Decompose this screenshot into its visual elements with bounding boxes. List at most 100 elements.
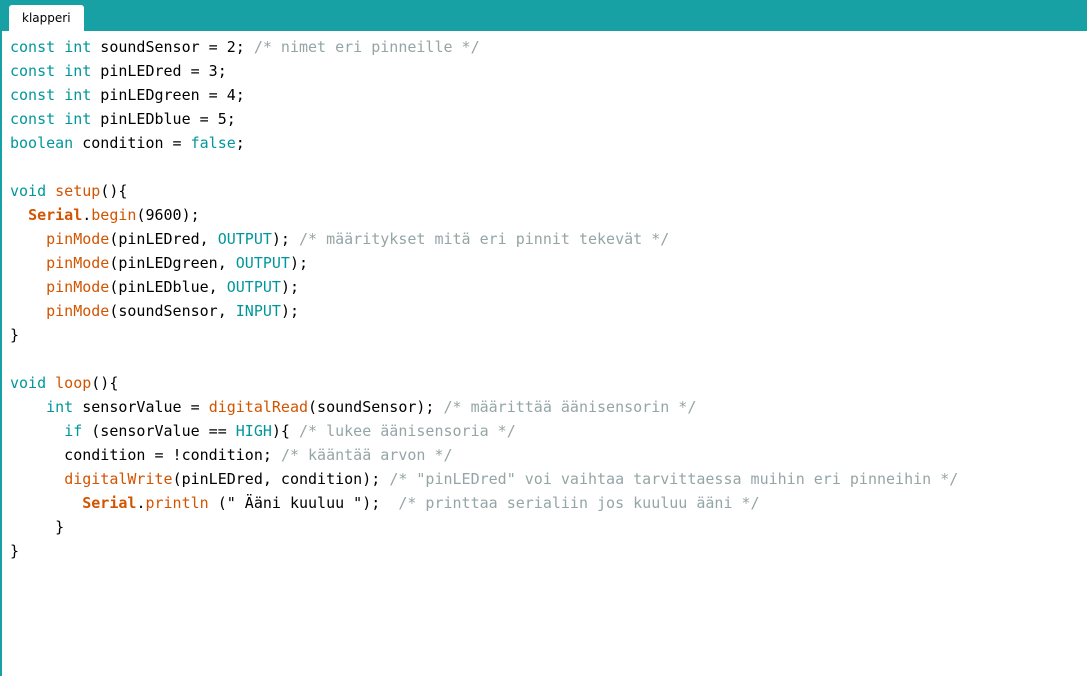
code-token-text: );	[289, 254, 309, 272]
code-line: }	[10, 323, 958, 347]
code-token-text: (soundSensor,	[109, 302, 236, 320]
code-token-keyword: false	[190, 134, 236, 152]
code-token-text: }	[10, 542, 20, 560]
code-token-text: .	[82, 206, 92, 224]
code-token-text: (soundSensor);	[308, 398, 444, 416]
code-token-text: ;	[235, 134, 245, 152]
code-token-keyword: int	[64, 62, 92, 80]
code-token-text: condition = !condition;	[10, 446, 281, 464]
code-line: const int pinLEDgreen = 4;	[10, 83, 958, 107]
code-token-const: INPUT	[235, 302, 281, 320]
code-line: pinMode(pinLEDred, OUTPUT); /* määrityks…	[10, 227, 958, 251]
code-token-func: pinMode	[46, 278, 110, 296]
code-token-comment: /* määrittää äänisensorin */	[443, 398, 697, 416]
code-token-class: Serial	[28, 206, 83, 224]
code-token-text: }	[10, 518, 65, 536]
code-line: pinMode(pinLEDgreen, OUTPUT);	[10, 251, 958, 275]
code-token-text: pinLEDred = 3;	[91, 62, 227, 80]
code-token-keyword: int	[46, 398, 74, 416]
code-line: pinMode(soundSensor, INPUT);	[10, 299, 958, 323]
code-token-text: ){	[271, 422, 299, 440]
code-token-comment: /* nimet eri pinneille */	[253, 38, 480, 56]
code-line: void loop(){	[10, 371, 958, 395]
code-token-keyword: const	[10, 62, 56, 80]
code-token-text: soundSensor = 2;	[91, 38, 254, 56]
code-token-func: pinMode	[46, 254, 110, 272]
code-token-text: );	[280, 278, 299, 296]
code-token-text: );	[280, 302, 299, 320]
code-token-comment: /* kääntää arvon */	[280, 446, 453, 464]
code-token-keyword: int	[64, 38, 92, 56]
code-token-text: );	[271, 230, 299, 248]
code-token-text: (9600);	[136, 206, 200, 224]
code-token-func: digitalWrite	[64, 470, 173, 488]
code-token-text: (){	[100, 182, 128, 200]
code-token-text: (pinLEDgreen,	[109, 254, 236, 272]
code-token-func: setup	[55, 182, 101, 200]
code-token-keyword: if	[64, 422, 83, 440]
code-token-func: pinMode	[46, 302, 110, 320]
code-token-const: OUTPUT	[226, 278, 281, 296]
code-token-func: begin	[91, 206, 137, 224]
code-token-comment: /* määritykset mitä eri pinnit tekevät *…	[299, 230, 670, 248]
code-token-keyword: const	[10, 110, 56, 128]
code-token-text: }	[10, 326, 20, 344]
code-token-func: loop	[55, 374, 92, 392]
tab-bar: klapperi	[0, 0, 1087, 31]
code-token-const: OUTPUT	[235, 254, 290, 272]
code-line: }	[10, 539, 958, 563]
code-token-func: println	[145, 494, 209, 512]
code-editor[interactable]: const int soundSensor = 2; /* nimet eri …	[0, 31, 1087, 676]
code-token-func: digitalRead	[208, 398, 309, 416]
code-token-func: pinMode	[46, 230, 110, 248]
code-token-text: (){	[91, 374, 119, 392]
code-token-comment: /* lukee äänisensoria */	[299, 422, 516, 440]
code-line: Serial.begin(9600);	[10, 203, 958, 227]
code-token-keyword: boolean	[10, 134, 74, 152]
code-token-text: (pinLEDred,	[109, 230, 218, 248]
code-token-text: pinLEDgreen = 4;	[91, 86, 245, 104]
code-line: digitalWrite(pinLEDred, condition); /* "…	[10, 467, 958, 491]
code-token-text: sensorValue =	[73, 398, 209, 416]
code-line: }	[10, 515, 958, 539]
code-token-comment: /* printtaa serialiin jos kuuluu ääni */	[398, 494, 760, 512]
code-line: const int pinLEDblue = 5;	[10, 107, 958, 131]
tab-label: klapperi	[22, 11, 71, 25]
code-line: void setup(){	[10, 179, 958, 203]
code-line: const int soundSensor = 2; /* nimet eri …	[10, 35, 958, 59]
code-line: pinMode(pinLEDblue, OUTPUT);	[10, 275, 958, 299]
code-token-keyword: void	[10, 374, 47, 392]
code-token-class: Serial	[82, 494, 137, 512]
code-token-const: HIGH	[235, 422, 272, 440]
code-line: boolean condition = false;	[10, 131, 958, 155]
code-token-text: (" Ääni kuuluu ");	[208, 494, 399, 512]
code-token-keyword: void	[10, 182, 47, 200]
code-token-comment: /* "pinLEDred" voi vaihtaa tarvittaessa …	[389, 470, 959, 488]
code-text[interactable]: const int soundSensor = 2; /* nimet eri …	[10, 35, 958, 563]
code-line: Serial.println (" Ääni kuuluu "); /* pri…	[10, 491, 958, 515]
code-line: const int pinLEDred = 3;	[10, 59, 958, 83]
code-token-text: (sensorValue ==	[82, 422, 236, 440]
code-token-text: (pinLEDblue,	[109, 278, 227, 296]
code-token-text: pinLEDblue = 5;	[91, 110, 236, 128]
code-token-keyword: const	[10, 38, 56, 56]
code-token-keyword: const	[10, 86, 56, 104]
code-token-keyword: int	[64, 110, 92, 128]
tab-klapperi[interactable]: klapperi	[9, 5, 84, 31]
